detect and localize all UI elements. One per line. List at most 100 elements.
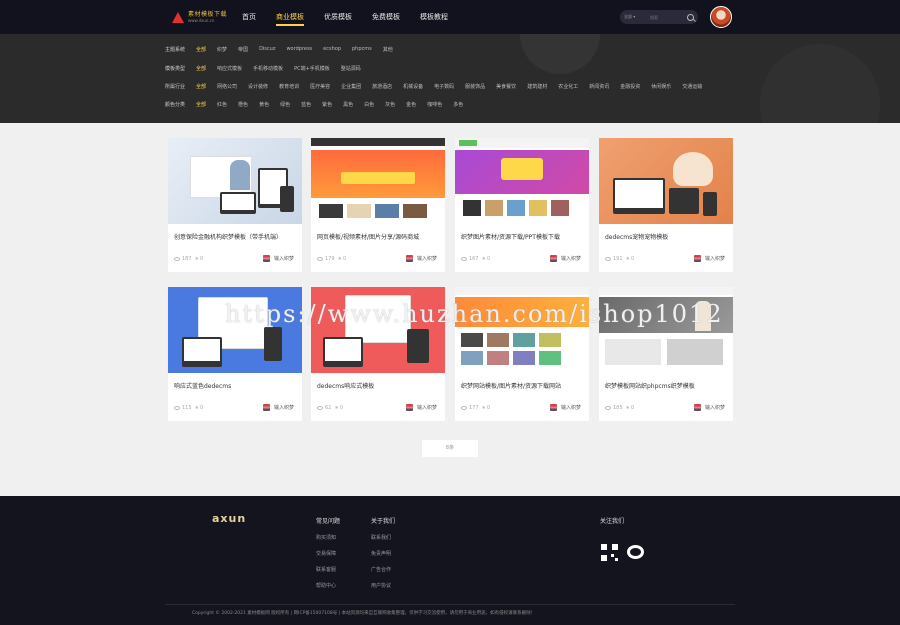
filter-option[interactable]: 橙色 xyxy=(238,101,248,108)
filter-option[interactable]: 其他 xyxy=(383,46,393,53)
filter-option[interactable]: 黑色 xyxy=(343,101,353,108)
template-card[interactable]: 创意保险金融机构织梦模板（带手机端） 187 ★ 0 输入织梦 xyxy=(168,138,302,272)
card-stats: 179 ★ 0 xyxy=(317,256,346,262)
star-icon: ★ xyxy=(334,405,339,411)
search-box: 全部 xyxy=(620,10,698,24)
filter-option[interactable]: 旅游酒店 xyxy=(372,83,392,90)
filter-option[interactable]: 红色 xyxy=(217,101,227,108)
filter-option[interactable]: 全部 xyxy=(196,46,206,53)
filter-option[interactable]: 建筑建材 xyxy=(527,83,547,90)
filter-option[interactable]: 白色 xyxy=(364,101,374,108)
filter-option[interactable]: 紫色 xyxy=(322,101,332,108)
template-card[interactable]: dedecms宠物宠物模板 191 ★ 0 输入织梦 xyxy=(599,138,733,272)
filter-option[interactable]: 交通运输 xyxy=(682,83,702,90)
nav-quality[interactable]: 优质模板 xyxy=(324,10,352,26)
footer-link[interactable]: 用户协议 xyxy=(371,582,395,589)
card-title[interactable]: dedecms响应式模板 xyxy=(317,381,441,390)
download-link[interactable]: 输入织梦 xyxy=(262,404,294,411)
template-thumbnail[interactable] xyxy=(311,138,445,224)
template-thumbnail[interactable] xyxy=(455,138,589,224)
download-link[interactable]: 输入织梦 xyxy=(549,404,581,411)
search-category-select[interactable]: 全部 xyxy=(624,14,650,20)
filter-option[interactable]: 灰色 xyxy=(385,101,395,108)
filter-option[interactable]: 绿色 xyxy=(280,101,290,108)
download-label: 输入织梦 xyxy=(273,405,294,411)
filter-option[interactable]: 金融投资 xyxy=(620,83,640,90)
card-title[interactable]: 响应式蓝色dedecms xyxy=(174,381,298,390)
filter-option[interactable]: PC端+手机模板 xyxy=(294,65,330,72)
download-link[interactable]: 输入织梦 xyxy=(405,404,437,411)
card-title[interactable]: 织梦图片素材/资源下载/PPT模板下载 xyxy=(461,232,585,241)
filter-option[interactable]: 机械设备 xyxy=(403,83,423,90)
nav-free[interactable]: 免费模板 xyxy=(372,10,400,26)
like-count: 0 xyxy=(631,405,635,411)
footer-link[interactable]: 帮助中心 xyxy=(316,582,340,589)
filter-option[interactable]: 服装饰品 xyxy=(465,83,485,90)
filter-option[interactable]: 响应式模板 xyxy=(217,65,242,72)
footer-logo[interactable]: axun xyxy=(212,512,246,525)
footer-link[interactable]: 交易保障 xyxy=(316,550,340,557)
filter-option[interactable]: 电子数码 xyxy=(434,83,454,90)
search-icon[interactable] xyxy=(687,13,694,21)
template-card[interactable]: 织梦图片素材/资源下载/PPT模板下载 167 ★ 0 输入织梦 xyxy=(455,138,589,272)
filter-option[interactable]: Discuz xyxy=(259,46,275,53)
filter-option[interactable]: 织梦 xyxy=(217,46,227,53)
download-link[interactable]: 输入织梦 xyxy=(405,255,437,262)
card-title[interactable]: dedecms宠物宠物模板 xyxy=(605,232,729,241)
nav-home[interactable]: 首页 xyxy=(242,10,256,26)
download-link[interactable]: 输入织梦 xyxy=(549,255,581,262)
template-card[interactable]: 网页模板/视频素材/图片分享/源码商城 179 ★ 0 输入织梦 xyxy=(311,138,445,272)
filter-option[interactable]: 新闻资讯 xyxy=(589,83,609,90)
filter-option[interactable]: 农业化工 xyxy=(558,83,578,90)
like-count: 0 xyxy=(200,405,204,411)
filter-option[interactable]: phpcms xyxy=(352,46,372,53)
view-count: 179 xyxy=(325,256,335,262)
filter-option[interactable]: 美食餐饮 xyxy=(496,83,516,90)
nav-tutorials[interactable]: 模板教程 xyxy=(420,10,448,26)
filter-option[interactable]: 整站源码 xyxy=(341,65,361,72)
footer-link[interactable]: 购买须知 xyxy=(316,534,340,541)
user-avatar[interactable] xyxy=(710,6,732,28)
card-title[interactable]: 网页模板/视频素材/图片分享/源码商城 xyxy=(317,232,441,241)
filter-option[interactable]: 企业集团 xyxy=(341,83,361,90)
filter-option[interactable]: 黄色 xyxy=(259,101,269,108)
download-link[interactable]: 输入织梦 xyxy=(262,255,294,262)
site-logo[interactable]: 素材模板下载 www.ilxun.cn xyxy=(172,10,227,24)
filter-option[interactable]: 全部 xyxy=(196,65,206,72)
eye-icon xyxy=(174,257,180,261)
card-title[interactable]: 创意保险金融机构织梦模板（带手机端） xyxy=(174,232,298,241)
filter-option[interactable]: 教育培训 xyxy=(279,83,299,90)
filter-option[interactable]: 设计装修 xyxy=(248,83,268,90)
template-thumbnail[interactable] xyxy=(168,138,302,224)
filter-option[interactable]: 帝国 xyxy=(238,46,248,53)
filter-option[interactable]: 多色 xyxy=(453,101,463,108)
template-thumbnail[interactable] xyxy=(599,138,733,224)
download-label: 输入织梦 xyxy=(704,256,725,262)
filter-option[interactable]: ecshop xyxy=(323,46,341,53)
filter-option[interactable]: 全部 xyxy=(196,101,206,108)
filter-option[interactable]: 蓝色 xyxy=(301,101,311,108)
filter-option[interactable]: 网络公司 xyxy=(217,83,237,90)
weibo-icon[interactable] xyxy=(627,545,644,559)
footer-link[interactable]: 免责声明 xyxy=(371,550,395,557)
filter-option[interactable]: 医疗美容 xyxy=(310,83,330,90)
filter-option[interactable]: 手机移动模板 xyxy=(253,65,283,72)
search-input[interactable] xyxy=(650,14,687,20)
nav-commercial[interactable]: 商业模板 xyxy=(276,10,304,26)
footer-divider xyxy=(165,604,735,605)
footer-link[interactable]: 广告合作 xyxy=(371,566,395,573)
pagination-info[interactable]: 8条 xyxy=(422,440,478,457)
download-link[interactable]: 输入织梦 xyxy=(693,404,725,411)
filter-option[interactable]: wordpress xyxy=(286,46,312,53)
download-link[interactable]: 输入织梦 xyxy=(693,255,725,262)
filter-option[interactable]: 金色 xyxy=(406,101,416,108)
filter-option[interactable]: 咖啡色 xyxy=(427,101,442,108)
qr-code-icon[interactable] xyxy=(601,544,618,561)
card-title[interactable]: 织梦网站模板/图片素材/资源下载网站 xyxy=(461,381,585,390)
card-title[interactable]: 织梦模板网站织phpcms织梦模板 xyxy=(605,381,729,390)
filter-option[interactable]: 休闲娱乐 xyxy=(651,83,671,90)
eye-icon xyxy=(317,257,323,261)
filter-option[interactable]: 全部 xyxy=(196,83,206,90)
footer-link[interactable]: 联系客服 xyxy=(316,566,340,573)
footer-link[interactable]: 联系我们 xyxy=(371,534,395,541)
